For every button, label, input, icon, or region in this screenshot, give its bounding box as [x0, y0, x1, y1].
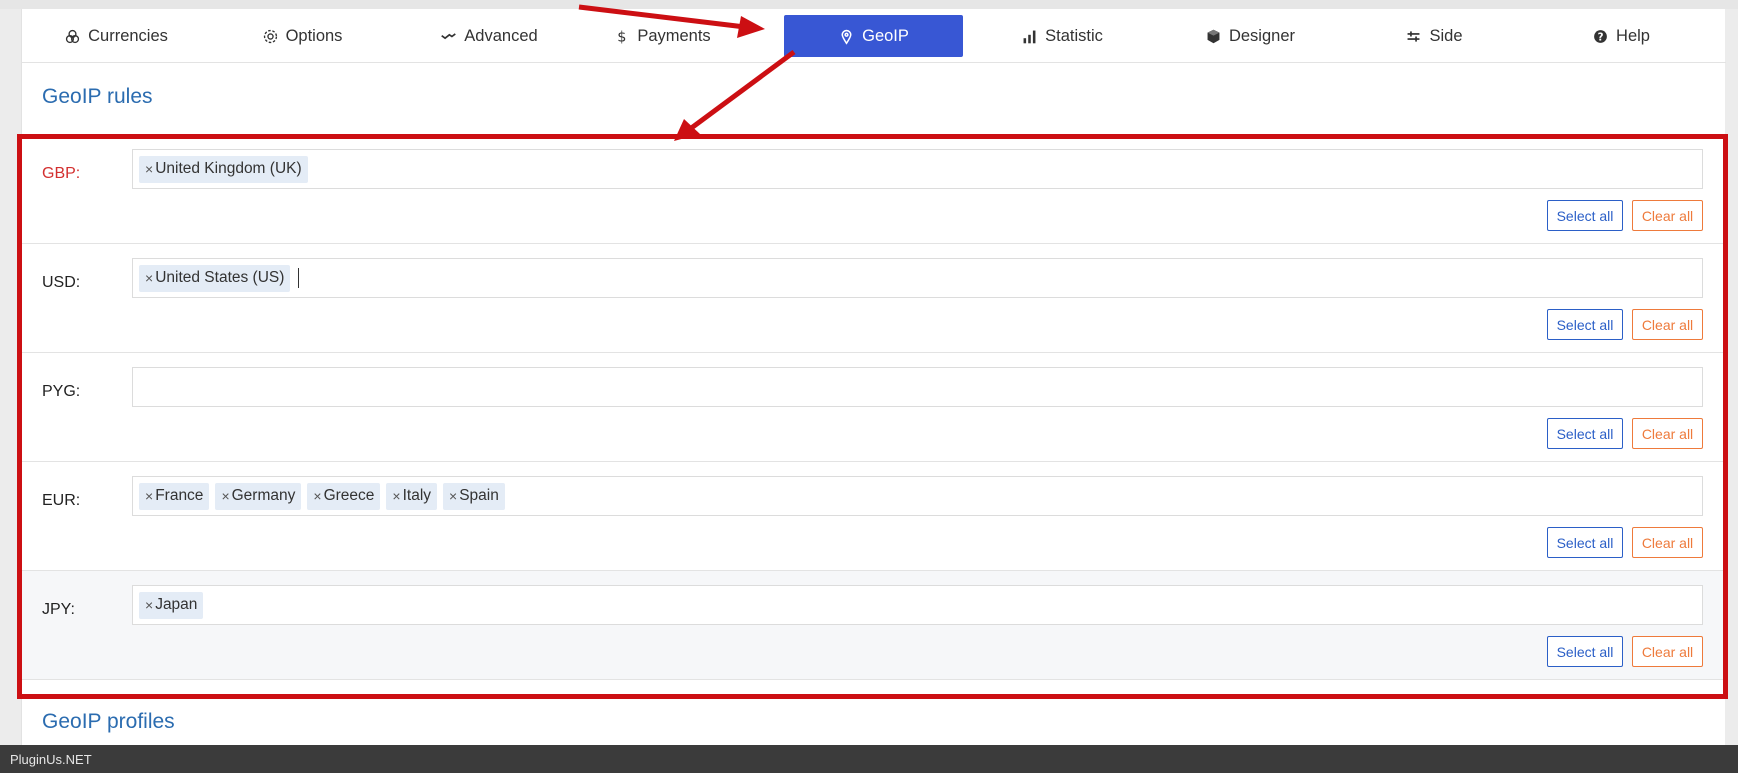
country-tag[interactable]: × Japan [139, 591, 204, 619]
country-tag[interactable]: × United States (US) [139, 264, 291, 292]
country-tag[interactable]: × Italy [386, 482, 438, 510]
country-select-input[interactable]: × United States (US) [132, 258, 1703, 298]
select-all-button[interactable]: Select all [1547, 418, 1623, 449]
remove-tag-icon[interactable]: × [145, 161, 153, 177]
tag-label: Japan [155, 596, 198, 613]
remove-tag-icon[interactable]: × [221, 488, 229, 504]
rule-row: EUR: × France × Germany × Greece × Italy × Spain Se… [22, 462, 1726, 571]
remove-tag-icon[interactable]: × [145, 270, 153, 286]
cube-icon [1207, 29, 1220, 43]
currency-label: JPY: [42, 601, 75, 618]
currency-label: PYG: [42, 383, 81, 400]
country-tag[interactable]: × Spain [443, 482, 505, 510]
country-tag[interactable]: × France [139, 482, 210, 510]
dollar-icon: $ [618, 29, 627, 44]
remove-tag-icon[interactable]: × [145, 488, 153, 504]
footer-text: PluginUs.NET [10, 751, 92, 767]
footer-bar: PluginUs.NET [0, 745, 1738, 773]
country-select-input[interactable]: × France × Germany × Greece × Italy × Spain [132, 476, 1703, 516]
country-select-input[interactable] [132, 367, 1703, 407]
tab-payments[interactable]: $ Payments [582, 15, 742, 57]
bar-chart-icon [1023, 30, 1036, 43]
rule-row: USD: × United States (US) Select all Clear a… [22, 244, 1726, 353]
tag-label: United States (US) [155, 269, 285, 286]
tab-label: Advanced [464, 26, 538, 45]
sliders-icon [1408, 30, 1420, 42]
tab-label: GeoIP [862, 26, 909, 45]
remove-tag-icon[interactable]: × [392, 488, 400, 504]
tab-label: Options [285, 26, 343, 45]
geoip-rules-title: GeoIP rules [42, 85, 153, 108]
tag-label: Germany [231, 487, 296, 504]
wave-icon [441, 32, 457, 39]
country-tag[interactable]: × Germany [215, 482, 302, 510]
country-tag[interactable]: × Greece [307, 482, 381, 510]
tag-label: France [155, 487, 204, 504]
coins-icon [65, 29, 80, 43]
select-all-button[interactable]: Select all [1547, 527, 1623, 558]
tab-bar: Currencies Options Advanced $ Payments G… [22, 9, 1726, 63]
tab-label: Designer [1228, 26, 1296, 45]
tab-label: Statistic [1045, 26, 1103, 45]
select-all-button[interactable]: Select all [1547, 636, 1623, 667]
tab-statistic[interactable]: Statistic [982, 15, 1142, 57]
country-tag[interactable]: × United Kingdom (UK) [139, 155, 308, 183]
clear-all-button[interactable]: Clear all [1632, 527, 1703, 558]
tag-label: Spain [459, 487, 499, 504]
tab-geoip[interactable]: GeoIP [784, 15, 963, 57]
currency-label: EUR: [42, 492, 81, 509]
text-caret [298, 268, 300, 288]
settings-panel: Currencies Options Advanced $ Payments G… [21, 9, 1726, 745]
geoip-profiles-title: GeoIP profiles [42, 710, 175, 733]
top-strip [0, 0, 1738, 9]
rule-row: GBP: × United Kingdom (UK) Select all Clear … [22, 135, 1726, 244]
svg-text:$: $ [618, 29, 627, 44]
question-circle-icon: ? [1594, 29, 1607, 43]
tab-label: Side [1429, 26, 1463, 45]
currency-label: GBP: [42, 165, 81, 182]
svg-text:?: ? [1598, 32, 1604, 43]
tab-advanced[interactable]: Advanced [409, 15, 569, 57]
clear-all-button[interactable]: Clear all [1632, 418, 1703, 449]
rule-row: PYG: Select all Clear all [22, 353, 1726, 462]
tab-designer[interactable]: Designer [1170, 15, 1330, 57]
tab-label: Help [1616, 26, 1650, 45]
tag-label: Italy [402, 487, 432, 504]
select-all-button[interactable]: Select all [1547, 309, 1623, 340]
map-pin-icon [841, 29, 852, 45]
tab-side[interactable]: Side [1354, 15, 1514, 57]
tab-help[interactable]: ? Help [1541, 15, 1701, 57]
clear-all-button[interactable]: Clear all [1632, 309, 1703, 340]
tag-label: United Kingdom (UK) [155, 160, 302, 177]
clear-all-button[interactable]: Clear all [1632, 636, 1703, 667]
remove-tag-icon[interactable]: × [145, 597, 153, 613]
remove-tag-icon[interactable]: × [449, 488, 457, 504]
rule-row: JPY: × Japan Select all Clear all [22, 571, 1726, 680]
select-all-button[interactable]: Select all [1547, 200, 1623, 231]
country-select-input[interactable]: × Japan [132, 585, 1703, 625]
country-select-input[interactable]: × United Kingdom (UK) [132, 149, 1703, 189]
tab-label: Payments [637, 26, 711, 45]
tab-options[interactable]: Options [222, 15, 382, 57]
tab-label: Currencies [88, 26, 168, 45]
tag-label: Greece [323, 487, 375, 504]
currency-label: USD: [42, 274, 81, 291]
tab-currencies[interactable]: Currencies [36, 15, 196, 57]
clear-all-button[interactable]: Clear all [1632, 200, 1703, 231]
remove-tag-icon[interactable]: × [313, 488, 321, 504]
gear-icon [263, 29, 277, 43]
